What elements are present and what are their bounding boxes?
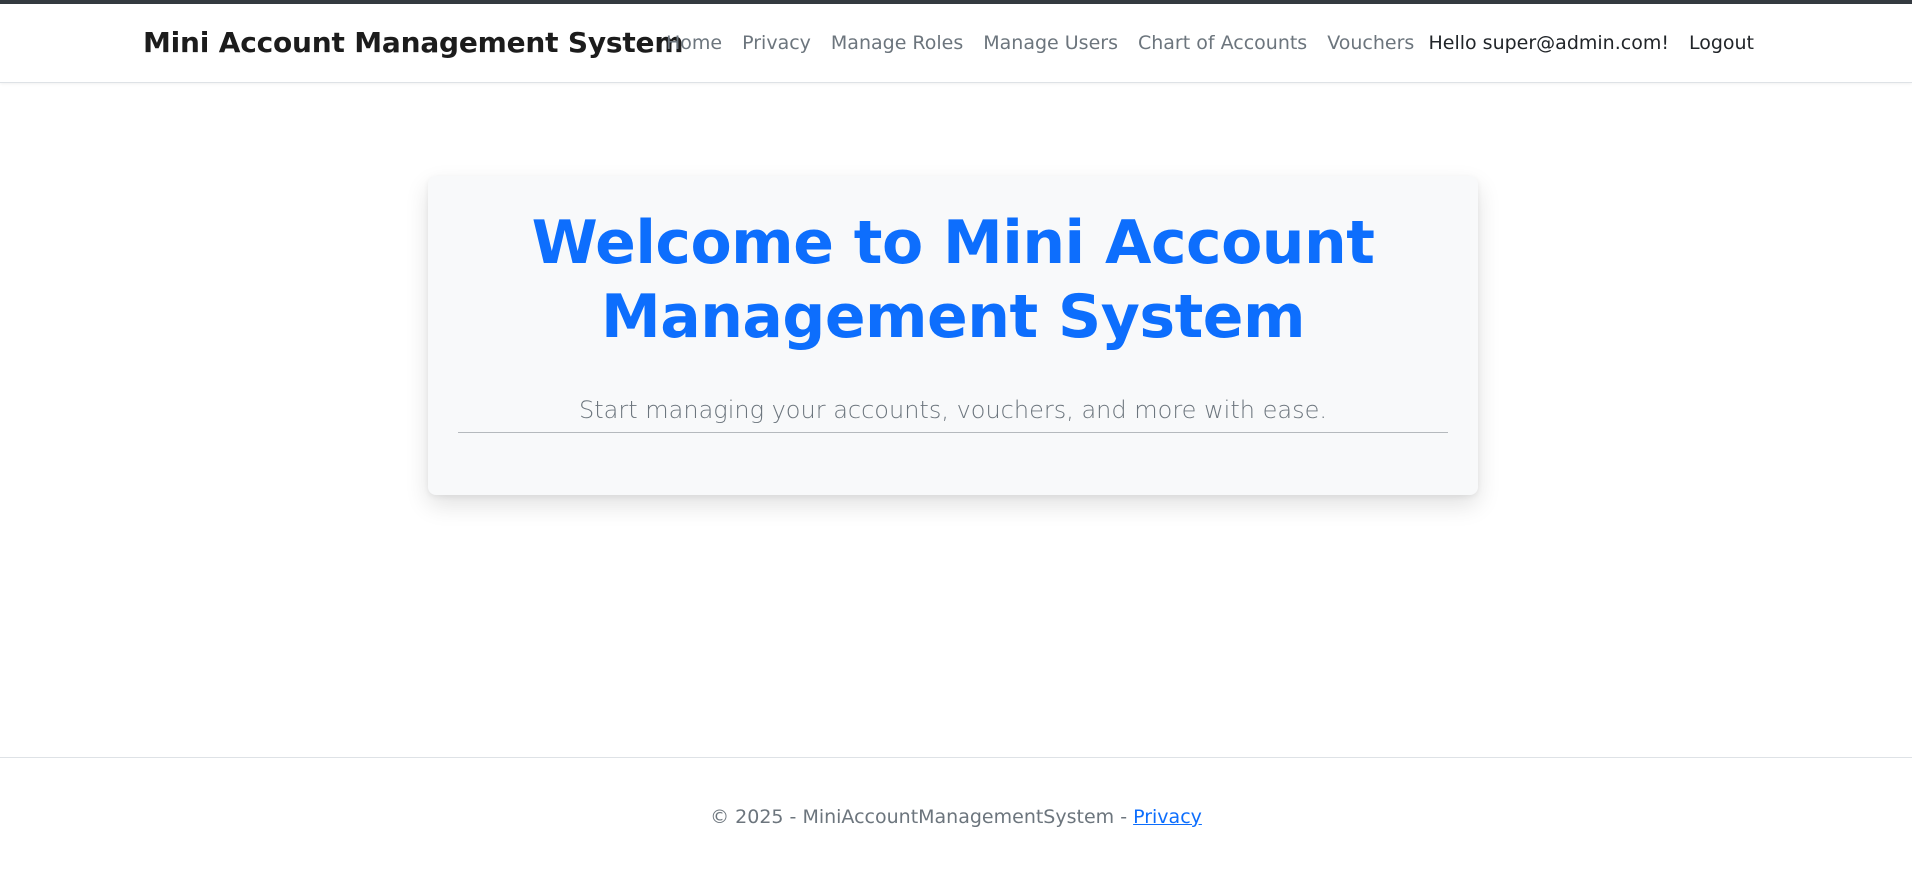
nav-chart-of-accounts[interactable]: Chart of Accounts [1138,32,1307,54]
nav-home[interactable]: Home [666,32,722,54]
page-subtitle: Start managing your accounts, vouchers, … [579,396,1327,424]
footer: © 2025 - MiniAccountManagementSystem - P… [0,757,1912,873]
nav-privacy[interactable]: Privacy [742,32,811,54]
footer-copyright: © 2025 - MiniAccountManagementSystem - [710,806,1134,828]
footer-privacy-link[interactable]: Privacy [1133,806,1202,828]
logout-button[interactable]: Logout [1689,32,1754,54]
nav-manage-users[interactable]: Manage Users [983,32,1118,54]
nav-vouchers[interactable]: Vouchers [1327,32,1414,54]
footer-text-line: © 2025 - MiniAccountManagementSystem - P… [0,806,1912,828]
top-navbar: Mini Account Management System Home Priv… [0,4,1912,83]
divider [458,432,1448,433]
user-nav: Hello super@admin.com! Logout [1408,32,1754,54]
page-title: Welcome to Mini Account Management Syste… [531,208,1375,352]
user-greeting-link[interactable]: Hello super@admin.com! [1428,32,1668,54]
brand-link[interactable]: Mini Account Management System [143,26,684,59]
nav-links: Home Privacy Manage Roles Manage Users C… [666,32,1434,54]
welcome-card: Welcome to Mini Account Management Syste… [428,176,1478,495]
nav-manage-roles[interactable]: Manage Roles [831,32,963,54]
